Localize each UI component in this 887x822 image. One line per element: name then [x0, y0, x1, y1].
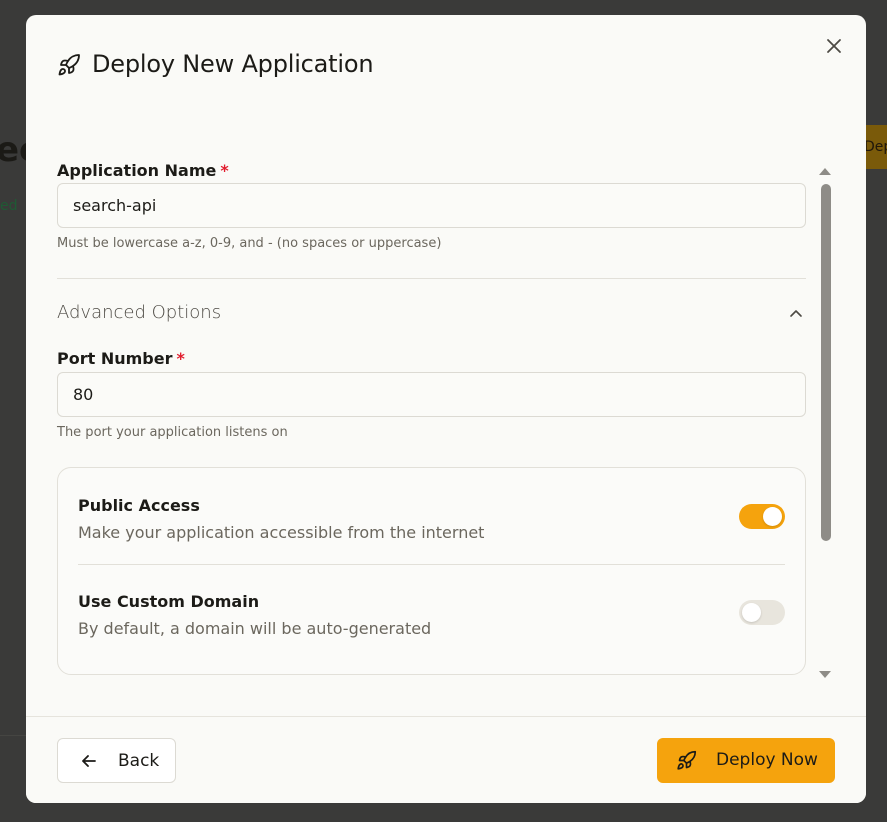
app-name-label-text: Application Name	[57, 161, 217, 180]
section-divider	[57, 278, 806, 279]
back-button-label: Back	[118, 751, 160, 771]
dialog-footer: Back Deploy Now	[26, 716, 866, 803]
back-button[interactable]: Back	[57, 738, 176, 783]
scroll-down-arrow-icon[interactable]	[818, 670, 832, 680]
required-mark: *	[176, 349, 185, 368]
public-access-description: Make your application accessible from th…	[78, 523, 485, 542]
access-options-card: Public Access Make your application acce…	[57, 467, 806, 675]
toggle-knob	[742, 603, 761, 622]
dialog-header: Deploy New Application	[26, 15, 866, 115]
port-label: Port Number *	[57, 349, 185, 368]
custom-domain-toggle[interactable]	[739, 600, 785, 625]
arrow-left-icon	[82, 755, 96, 767]
deploy-dialog: Deploy New Application Application Name *…	[26, 15, 866, 803]
port-label-text: Port Number	[57, 349, 173, 368]
custom-domain-description: By default, a domain will be auto-genera…	[78, 619, 432, 638]
app-name-label: Application Name *	[57, 161, 229, 180]
background-status-text: ed	[0, 198, 18, 214]
port-input[interactable]: 80	[57, 372, 806, 417]
public-access-toggle[interactable]	[739, 504, 785, 529]
app-name-hint: Must be lowercase a-z, 0-9, and - (no sp…	[57, 236, 442, 251]
public-access-title: Public Access	[78, 496, 200, 515]
scrollbar-thumb[interactable]	[821, 184, 831, 541]
deploy-now-button[interactable]: Deploy Now	[657, 738, 835, 783]
toggle-knob	[763, 507, 782, 526]
app-name-input[interactable]: search-api	[57, 183, 806, 228]
background-divider	[0, 735, 26, 736]
advanced-options-toggle[interactable]: Advanced Options	[57, 302, 221, 323]
dialog-body: Application Name * search-api Must be low…	[26, 115, 866, 715]
option-divider	[78, 564, 785, 565]
dialog-title: Deploy New Application	[92, 50, 374, 78]
required-mark: *	[220, 161, 229, 180]
custom-domain-title: Use Custom Domain	[78, 592, 260, 611]
chevron-up-icon[interactable]	[787, 305, 805, 323]
rocket-icon	[58, 54, 80, 76]
close-icon[interactable]	[823, 35, 845, 57]
port-hint: The port your application listens on	[57, 425, 288, 440]
scroll-up-arrow-icon[interactable]	[818, 166, 832, 176]
deploy-now-label: Deploy Now	[716, 750, 818, 770]
rocket-icon	[677, 750, 697, 770]
